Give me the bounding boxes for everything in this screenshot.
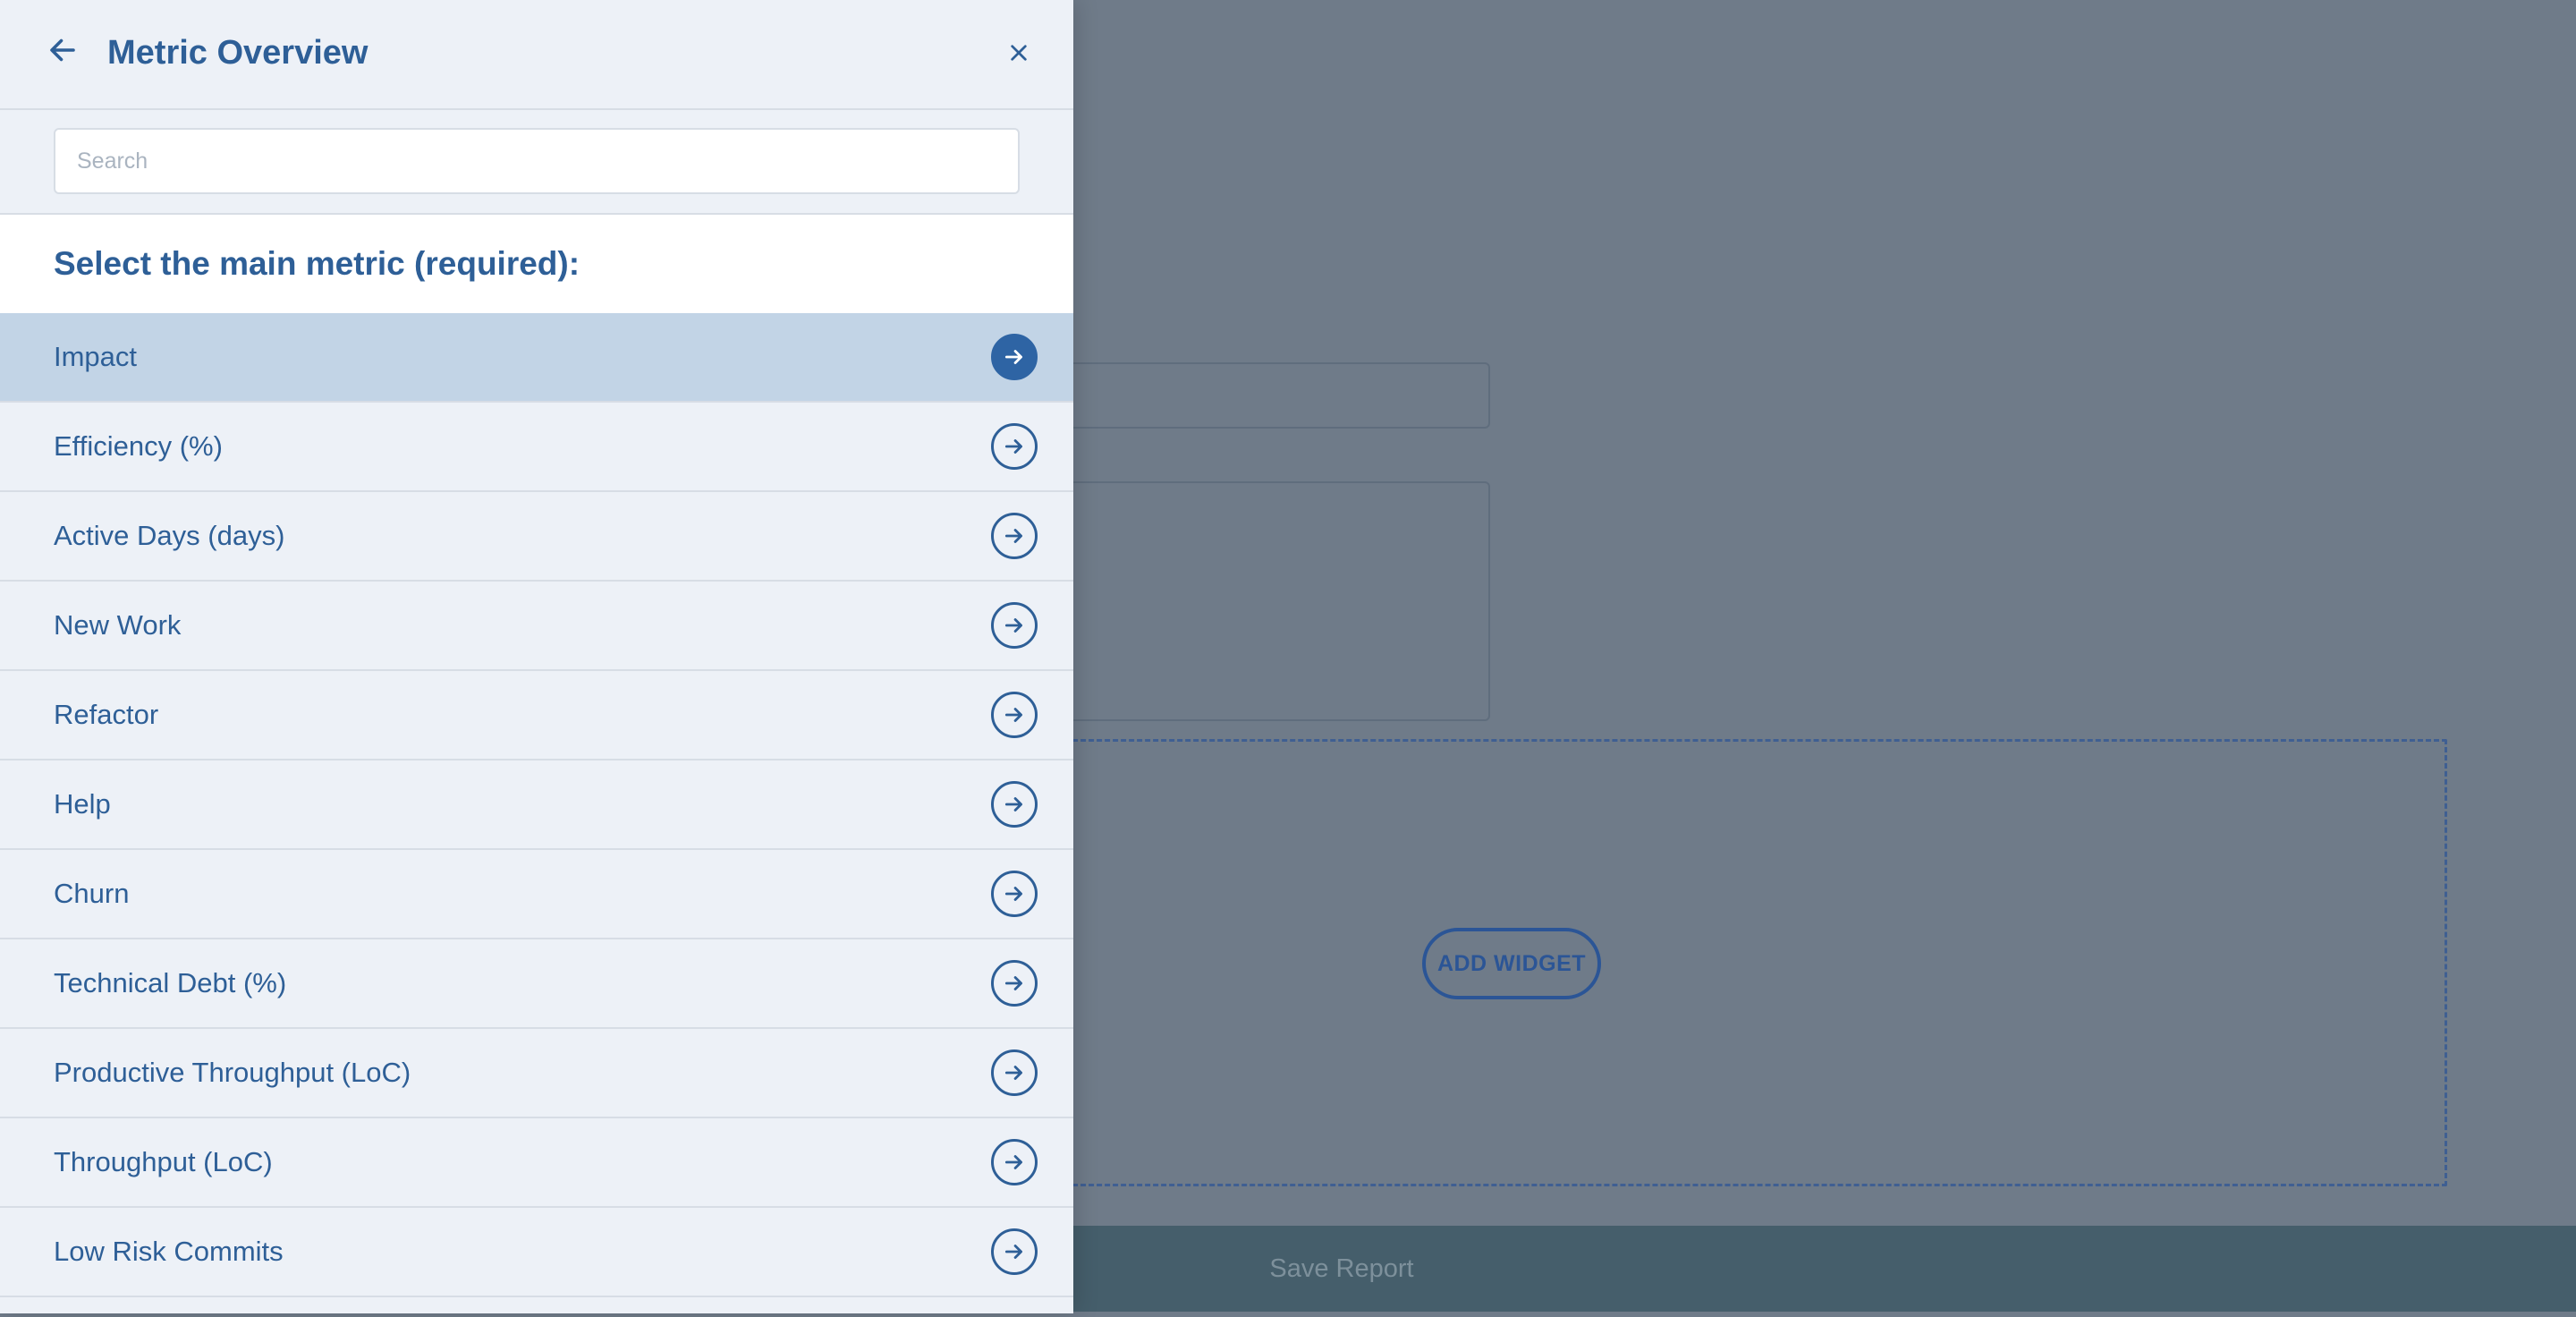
metric-item-label: Efficiency (%) (54, 430, 223, 462)
arrow-right-circle-icon[interactable] (991, 423, 1038, 470)
arrow-right-circle-icon[interactable] (991, 1228, 1038, 1275)
arrow-right-circle-icon[interactable] (991, 1049, 1038, 1096)
arrow-left-icon[interactable] (47, 34, 79, 66)
arrow-right-circle-icon[interactable] (991, 692, 1038, 738)
arrow-right-circle-icon[interactable] (991, 871, 1038, 917)
metric-item-label: Low Risk Commits (54, 1236, 284, 1267)
metric-item-label: New Work (54, 609, 182, 641)
save-bar: Save Report (984, 1226, 2576, 1312)
add-widget-button[interactable]: ADD WIDGET (1422, 928, 1601, 999)
close-icon[interactable] (1009, 43, 1029, 63)
metric-item[interactable]: Low Risk Commits (0, 1208, 1073, 1297)
section-header: Select the main metric (required): (0, 215, 1073, 313)
metric-item-label: Technical Debt (%) (54, 967, 287, 998)
metric-item-label: Productive Throughput (LoC) (54, 1057, 411, 1088)
metric-item[interactable]: Efficiency (%) (0, 403, 1073, 492)
arrow-right-circle-icon[interactable] (991, 602, 1038, 649)
metric-item[interactable]: Impact (0, 313, 1073, 403)
arrow-right-circle-icon[interactable] (991, 1139, 1038, 1185)
metric-item[interactable]: Help (0, 760, 1073, 850)
metric-item[interactable]: Productive Throughput (LoC) (0, 1029, 1073, 1118)
save-report-button[interactable]: Save Report (1269, 1254, 1413, 1284)
metric-item-label: Help (54, 788, 111, 820)
metric-item-label: Churn (54, 878, 130, 909)
metric-item[interactable]: Throughput (LoC) (0, 1118, 1073, 1208)
widget-drop-area (984, 739, 2447, 1186)
search-section (0, 110, 1073, 215)
section-title: Select the main metric (required): (54, 245, 580, 282)
metric-item[interactable]: Churn (0, 850, 1073, 939)
metric-item[interactable]: Refactor (0, 671, 1073, 760)
metric-item[interactable]: New Work (0, 582, 1073, 671)
search-input[interactable] (54, 128, 1020, 194)
metric-item[interactable]: Technical Debt (%) (0, 939, 1073, 1029)
metric-item-label: Active Days (days) (54, 520, 285, 551)
metric-item[interactable]: Active Days (days) (0, 492, 1073, 582)
metric-overview-drawer: Metric Overview Select the main metric (… (0, 0, 1073, 1313)
arrow-right-circle-icon[interactable] (991, 960, 1038, 1007)
drawer-title: Metric Overview (107, 34, 369, 72)
metric-list: Impact Efficiency (%) Active Days (days) Ne… (0, 313, 1073, 1297)
drawer-header: Metric Overview (0, 0, 1073, 110)
metric-item-label: Impact (54, 341, 138, 372)
arrow-right-circle-icon[interactable] (991, 334, 1038, 380)
metric-item-label: Throughput (LoC) (54, 1146, 273, 1177)
arrow-right-circle-icon[interactable] (991, 513, 1038, 559)
arrow-right-circle-icon[interactable] (991, 781, 1038, 828)
metric-item-label: Refactor (54, 699, 159, 730)
